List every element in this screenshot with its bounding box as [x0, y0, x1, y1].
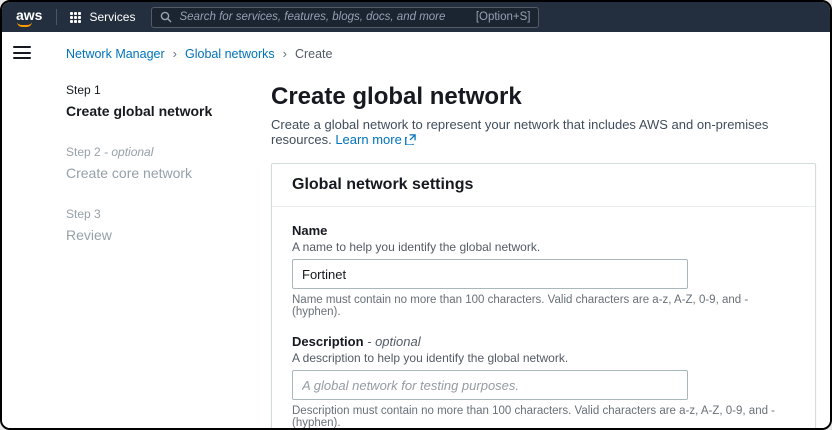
step-2-item[interactable]: Step 2 - optional Create core network	[66, 145, 271, 181]
card-title: Global network settings	[292, 176, 795, 194]
side-menu-column	[2, 32, 42, 428]
aws-logo-text: aws	[16, 7, 42, 23]
breadcrumb: Network Manager › Global networks › Crea…	[66, 46, 816, 61]
top-navigation-bar: aws Services Search for services, featur…	[2, 2, 830, 32]
step-2-title[interactable]: Create core network	[66, 165, 271, 181]
step-1-item[interactable]: Step 1 Create global network	[66, 83, 271, 119]
name-field-group: Name A name to help you identify the glo…	[292, 223, 795, 318]
step-2-optional-suffix: - optional	[104, 145, 153, 159]
aws-smile-icon	[17, 22, 32, 27]
services-grid-icon	[69, 11, 82, 24]
search-input[interactable]: Search for services, features, blogs, do…	[151, 7, 539, 28]
search-shortcut-hint: [Option+S]	[476, 11, 531, 23]
breadcrumb-link-global-networks[interactable]: Global networks	[185, 47, 275, 61]
page-description: Create a global network to represent you…	[271, 117, 816, 147]
step-1-title[interactable]: Create global network	[66, 103, 271, 119]
name-input[interactable]	[292, 259, 688, 289]
body-row: Step 1 Create global network Step 2 - op…	[66, 83, 816, 428]
app-window: aws Services Search for services, featur…	[0, 0, 832, 430]
learn-more-link[interactable]: Learn more	[335, 132, 415, 147]
aws-logo[interactable]: aws	[14, 6, 44, 28]
content-area: Network Manager › Global networks › Crea…	[2, 32, 830, 428]
search-placeholder: Search for services, features, blogs, do…	[179, 11, 468, 23]
external-link-icon	[405, 134, 416, 145]
global-network-settings-card: Global network settings Name A name to h…	[271, 163, 816, 428]
step-3-label: Step 3	[66, 207, 271, 221]
description-input[interactable]	[292, 370, 688, 400]
services-label: Services	[89, 10, 135, 24]
step-2-label: Step 2 - optional	[66, 145, 271, 159]
description-optional-suffix: - optional	[367, 334, 420, 349]
card-header: Global network settings	[272, 164, 815, 207]
services-menu-button[interactable]: Services	[69, 10, 135, 24]
step-3-title[interactable]: Review	[66, 227, 271, 243]
breadcrumb-current: Create	[295, 47, 333, 61]
name-label: Name	[292, 223, 795, 238]
step-1-label: Step 1	[66, 83, 271, 97]
description-hint: A description to help you identify the g…	[292, 351, 795, 365]
description-field-group: Description - optional A description to …	[292, 334, 795, 428]
breadcrumb-link-network-manager[interactable]: Network Manager	[66, 47, 165, 61]
name-hint: A name to help you identify the global n…	[292, 240, 795, 254]
page-container: Network Manager › Global networks › Crea…	[42, 32, 830, 428]
breadcrumb-separator-icon: ›	[173, 46, 177, 61]
description-label: Description - optional	[292, 334, 795, 349]
nav-divider	[56, 9, 57, 25]
main-panel: Create global network Create a global ne…	[271, 83, 816, 428]
search-icon	[160, 11, 172, 23]
menu-icon[interactable]	[13, 46, 31, 59]
card-body: Name A name to help you identify the glo…	[272, 207, 815, 428]
description-constraint: Description must contain no more than 10…	[292, 405, 795, 428]
name-constraint: Name must contain no more than 100 chara…	[292, 294, 795, 318]
breadcrumb-separator-icon: ›	[283, 46, 287, 61]
page-title: Create global network	[271, 83, 816, 111]
step-3-item[interactable]: Step 3 Review	[66, 207, 271, 243]
steps-sidebar: Step 1 Create global network Step 2 - op…	[66, 83, 271, 428]
